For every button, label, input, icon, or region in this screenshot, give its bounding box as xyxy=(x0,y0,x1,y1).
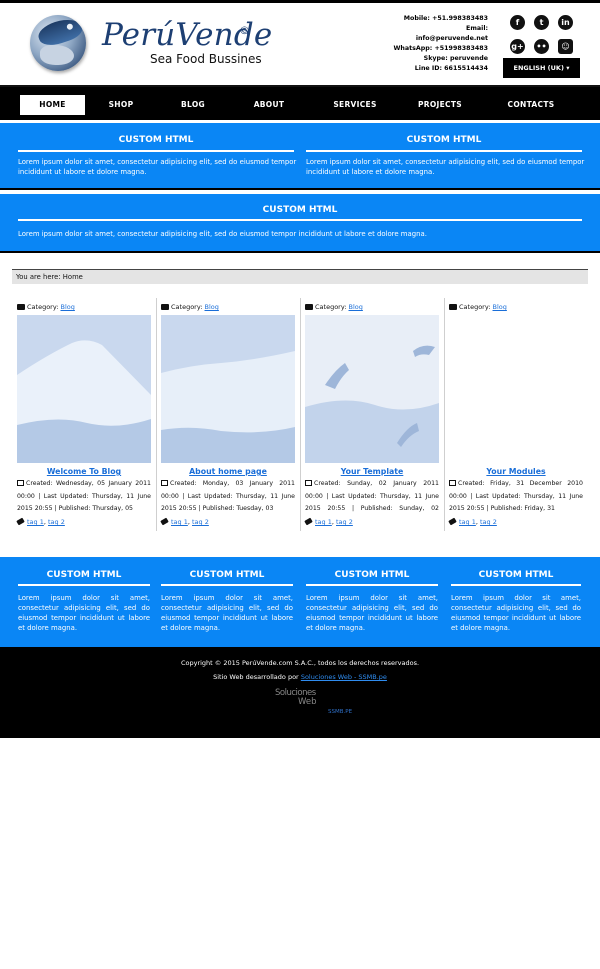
contact-info: Mobile: +51.998383483 Email: info@peruve… xyxy=(370,14,488,74)
tumblr-icon[interactable]: t xyxy=(534,15,549,30)
category-link[interactable]: Blog xyxy=(205,303,219,311)
article-image-mountain[interactable] xyxy=(17,315,151,463)
article-tags: tag 1, tag 2 xyxy=(160,517,209,526)
developer-link[interactable]: Soluciones Web - SSMB.pe xyxy=(301,673,387,681)
brand-copyright-mark: © xyxy=(239,24,250,37)
contact-line: Line ID: 6615514434 xyxy=(414,65,488,72)
brand-tagline: Sea Food Bussines xyxy=(150,52,262,66)
calendar-icon xyxy=(161,480,168,486)
module-title: CUSTOM HTML xyxy=(118,135,194,145)
tag-icon xyxy=(160,517,169,526)
article-image-landscape[interactable] xyxy=(161,315,295,463)
tag-link[interactable]: tag 2 xyxy=(336,518,353,526)
contact-whatsapp: WhatsApp: +51998383483 xyxy=(393,45,488,52)
article-card: Category: Blog Your Template Created: Su… xyxy=(300,298,439,533)
contact-mobile: Mobile: +51.998383483 xyxy=(403,15,488,22)
module-text: Lorem ipsum dolor sit amet, consectetur … xyxy=(306,158,585,176)
reddit-icon[interactable]: ☺ xyxy=(558,39,573,54)
tag-icon xyxy=(448,517,457,526)
nav-contacts[interactable]: CONTACTS xyxy=(502,87,560,122)
article-meta: Created: Monday, 03 January 2011 00:00 |… xyxy=(161,480,295,512)
globe-fish-logo-icon[interactable] xyxy=(30,15,86,71)
article-tags: tag 1, tag 2 xyxy=(16,517,65,526)
module-title: CUSTOM HTML xyxy=(406,135,482,145)
contact-email-label: Email: xyxy=(466,25,488,32)
article-title-link[interactable]: About home page xyxy=(161,467,295,476)
article-title-link[interactable]: Your Template xyxy=(305,467,439,476)
calendar-icon xyxy=(449,480,456,486)
flickr-icon[interactable]: •• xyxy=(534,39,549,54)
tag-link[interactable]: tag 2 xyxy=(480,518,497,526)
language-selector[interactable]: ENGLISH (UK) ▾ xyxy=(503,58,580,78)
tag-link[interactable]: tag 1 xyxy=(27,518,44,526)
calendar-icon xyxy=(305,480,312,486)
article-title-link[interactable]: Welcome To Blog xyxy=(17,467,151,476)
article-category: Category: Blog xyxy=(449,303,507,311)
top-modules-band: CUSTOM HTML Lorem ipsum dolor sit amet, … xyxy=(0,123,600,190)
module-text: Lorem ipsum dolor sit amet, consectetur … xyxy=(161,594,293,632)
tag-icon xyxy=(304,517,313,526)
article-card: Category: Blog Your Modules Created: Fri… xyxy=(444,298,583,533)
article-meta: Created: Sunday, 02 January 2011 00:00 |… xyxy=(305,480,439,512)
module-text: Lorem ipsum dolor sit amet, consectetur … xyxy=(18,158,297,176)
module-text: Lorem ipsum dolor sit amet, consectetur … xyxy=(306,594,438,632)
tag-link[interactable]: tag 1 xyxy=(171,518,188,526)
breadcrumb: You are here: Home xyxy=(12,269,588,284)
article-tags: tag 1, tag 2 xyxy=(448,517,497,526)
module-text: Lorem ipsum dolor sit amet, consectetur … xyxy=(18,230,427,238)
tag-link[interactable]: tag 1 xyxy=(315,518,332,526)
tag-link[interactable]: tag 1 xyxy=(459,518,476,526)
bottom-modules-band: CUSTOM HTML Lorem ipsum dolor sit amet, … xyxy=(0,557,600,647)
category-link[interactable]: Blog xyxy=(349,303,363,311)
site-header: PerúVende © Sea Food Bussines Mobile: +5… xyxy=(0,3,600,85)
category-link[interactable]: Blog xyxy=(493,303,507,311)
article-image-birds[interactable] xyxy=(305,315,439,463)
google-plus-icon[interactable]: g+ xyxy=(510,39,525,54)
article-category: Category: Blog xyxy=(305,303,363,311)
contact-skype: Skype: peruvende xyxy=(423,55,488,62)
module-title: CUSTOM HTML xyxy=(334,570,410,580)
article-card: Category: Blog Welcome To Blog Created: … xyxy=(12,298,151,533)
folder-icon xyxy=(17,304,25,310)
nav-projects[interactable]: PROJECTS xyxy=(412,87,468,122)
article-title-link[interactable]: Your Modules xyxy=(449,467,583,476)
article-meta: Created: Friday, 31 December 2010 00:00 … xyxy=(449,480,583,512)
site-footer: Copyright © 2015 PerúVende.com S.A.C., t… xyxy=(0,647,600,738)
article-tags: tag 1, tag 2 xyxy=(304,517,353,526)
article-card: Category: Blog About home page Created: … xyxy=(156,298,295,533)
module-title: CUSTOM HTML xyxy=(262,205,338,215)
linkedin-icon[interactable]: in xyxy=(558,15,573,30)
article-meta: Created: Wednesday, 05 January 2011 00:0… xyxy=(17,480,151,512)
nav-shop[interactable]: SHOP xyxy=(98,87,144,122)
module-title: CUSTOM HTML xyxy=(478,570,554,580)
tag-link[interactable]: tag 2 xyxy=(192,518,209,526)
folder-icon xyxy=(305,304,313,310)
nav-home[interactable]: HOME xyxy=(20,95,85,115)
module-text: Lorem ipsum dolor sit amet, consectetur … xyxy=(451,594,581,632)
footer-credits: Sitio Web desarrollado por Soluciones We… xyxy=(213,673,387,681)
footer-copyright: Copyright © 2015 PerúVende.com S.A.C., t… xyxy=(180,659,420,667)
tag-link[interactable]: tag 2 xyxy=(48,518,65,526)
module-title: CUSTOM HTML xyxy=(189,570,265,580)
folder-icon xyxy=(449,304,457,310)
article-category: Category: Blog xyxy=(17,303,75,311)
facebook-icon[interactable]: f xyxy=(510,15,525,30)
article-category: Category: Blog xyxy=(161,303,219,311)
calendar-icon xyxy=(17,480,24,486)
main-nav: HOME SHOP BLOG ABOUT SERVICES PROJECTS C… xyxy=(0,85,600,120)
module-title: CUSTOM HTML xyxy=(46,570,122,580)
nav-about[interactable]: ABOUT xyxy=(246,87,292,122)
nav-services[interactable]: SERVICES xyxy=(328,87,382,122)
folder-icon xyxy=(161,304,169,310)
contact-email: info@peruvende.net xyxy=(415,35,488,42)
wide-module-band: CUSTOM HTML Lorem ipsum dolor sit amet, … xyxy=(0,194,600,253)
tag-icon xyxy=(16,517,25,526)
module-text: Lorem ipsum dolor sit amet, consectetur … xyxy=(18,594,150,632)
category-link[interactable]: Blog xyxy=(61,303,75,311)
developer-logo[interactable]: Soluciones Web SSMB.PE xyxy=(270,688,352,718)
nav-blog[interactable]: BLOG xyxy=(170,87,216,122)
